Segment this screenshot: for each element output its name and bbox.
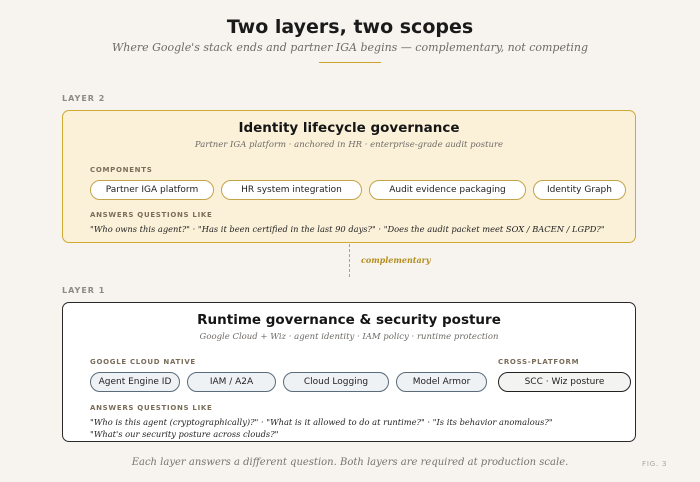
- layer1-box: Runtime governance & security posture Go…: [62, 302, 636, 442]
- layer1-native-label: GOOGLE CLOUD NATIVE: [90, 358, 196, 366]
- layer2-questions-label: ANSWERS QUESTIONS LIKE: [90, 211, 213, 219]
- layer2-label: LAYER 2: [62, 94, 106, 103]
- layer2-subtitle: Partner IGA platform · anchored in HR · …: [194, 140, 504, 150]
- layer2-box: Identity lifecycle governance Partner IG…: [62, 110, 636, 243]
- component-pill: Partner IGA platform: [90, 180, 214, 200]
- layer1-questions-line2: "What's our security posture across clou…: [90, 429, 279, 439]
- layer2-questions: "Who owns this agent?" · "Has it been ce…: [90, 224, 605, 234]
- layer1-label: LAYER 1: [62, 286, 106, 295]
- layer1-subtitle: Google Cloud + Wiz · agent identity · IA…: [199, 332, 499, 342]
- cross-platform-pill: SCC · Wiz posture: [498, 372, 631, 392]
- layer1-title: Runtime governance & security posture: [197, 312, 501, 328]
- diagram-subtitle: Where Google's stack ends and partner IG…: [111, 41, 589, 54]
- layer1-questions-label: ANSWERS QUESTIONS LIKE: [90, 404, 213, 412]
- component-pill: Identity Graph: [533, 180, 626, 200]
- layer1-cross-label: CROSS-PLATFORM: [498, 358, 580, 366]
- layer1-questions-line1: "Who is this agent (cryptographically)?"…: [90, 417, 553, 427]
- layer-connector: [349, 244, 350, 277]
- title-divider: [319, 62, 381, 63]
- component-pill: Audit evidence packaging: [369, 180, 526, 200]
- figure-number: FIG. 3: [642, 460, 668, 468]
- diagram-title: Two layers, two scopes: [226, 16, 474, 38]
- native-component-pill: Model Armor: [396, 372, 487, 392]
- component-pill: HR system integration: [221, 180, 362, 200]
- native-component-pill: Cloud Logging: [283, 372, 389, 392]
- native-component-pill: Agent Engine ID: [90, 372, 180, 392]
- layer2-components-label: COMPONENTS: [90, 166, 153, 174]
- layer2-title: Identity lifecycle governance: [238, 120, 460, 136]
- footer-caption: Each layer answers a different question.…: [131, 457, 569, 468]
- native-component-pill: IAM / A2A: [187, 372, 276, 392]
- connector-label: complementary: [361, 255, 431, 265]
